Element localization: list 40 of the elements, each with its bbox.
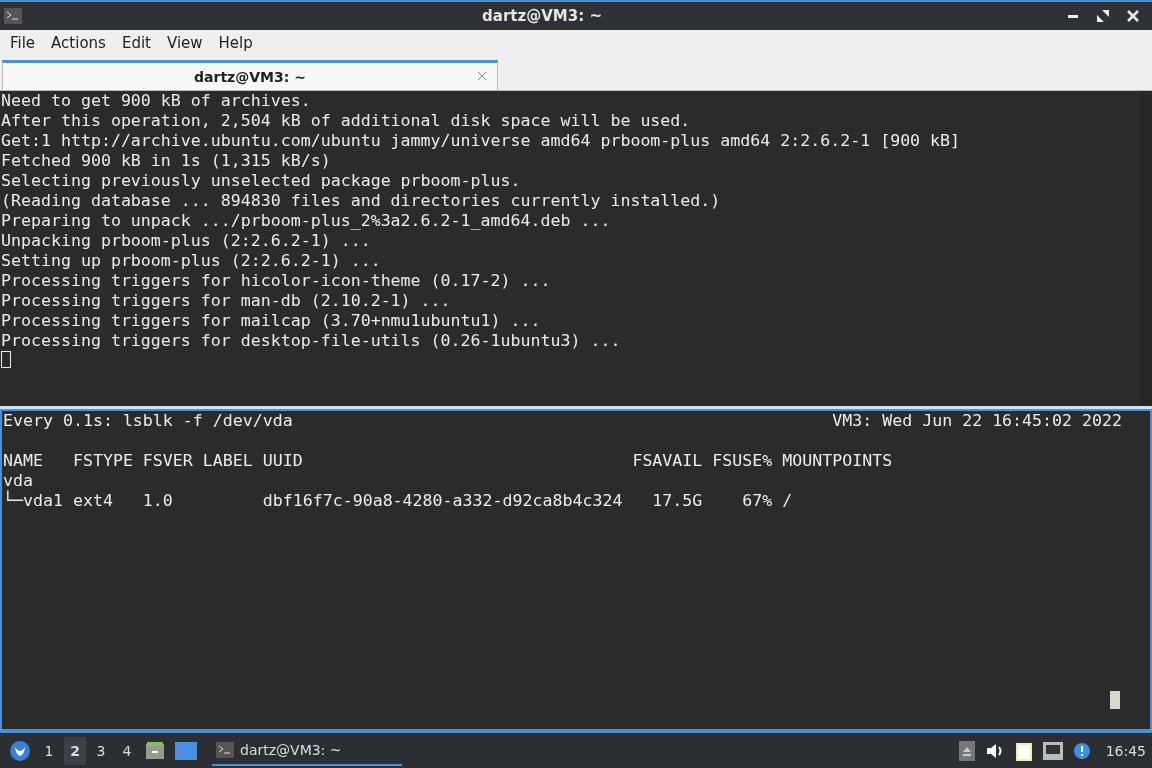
- clock: 16:45: [1105, 742, 1146, 759]
- menu-item[interactable]: File: [2, 32, 44, 54]
- menu-item[interactable]: View: [158, 32, 211, 54]
- workspace-button[interactable]: 1: [38, 736, 60, 765]
- window-title: dartz@VM3: ~: [481, 7, 603, 25]
- desktop-icon[interactable]: [172, 741, 200, 760]
- terminal-output-line: (Reading database ... 894830 files and directories currently installed.): [1, 191, 722, 211]
- terminal-output-line: After this operation, 2,504 kB of additional disk space will be used.: [1, 111, 692, 131]
- scrollbar[interactable]: [1140, 91, 1152, 406]
- watch-command: Every 0.1s: lsblk -f /dev/vda: [3, 411, 293, 431]
- terminal-output-line: Processing triggers for hicolor-icon-theme (0.17-2) ...: [1, 271, 552, 291]
- terminal-output-line: Unpacking prboom-plus (2:2.6.2-1) ...: [1, 231, 372, 251]
- terminal-output-line: Processing triggers for mailcap (3.70+nmu1ubuntu1) ...: [1, 311, 542, 331]
- terminal-output-line: Get:1 http://archive.ubuntu.com/ubuntu jammy/universe amd64 prboom-plus amd64 2:2.6.2-1 [900 kB]: [1, 131, 962, 151]
- terminal-tab[interactable]: dartz@VM3: ~: [2, 60, 498, 90]
- terminal-output-line: Fetched 900 kB in 1s (1,315 kB/s): [1, 151, 332, 171]
- terminal-output-line: Processing triggers for desktop-file-utils (0.26-1ubuntu3) ...: [1, 331, 622, 351]
- menu-item[interactable]: Actions: [43, 32, 114, 54]
- terminal-output-line: NAME FSTYPE FSVER LABEL UUID FSAVAIL FSUSE% MOUNTPOINTS: [3, 451, 894, 471]
- terminal-output-line: └─vda1 ext4 1.0 dbf16f7c-90a8-4280-a332-d92ca8b4c324 17.5G 67% /: [3, 491, 794, 511]
- close-icon: [1127, 10, 1139, 22]
- terminal-output-line: Preparing to unpack .../prboom-plus_2%3a2.6.2-1_amd64.deb ...: [1, 211, 612, 231]
- terminal-icon: [216, 741, 234, 758]
- terminal-output-line: vda: [3, 471, 34, 490]
- terminal-output-line: Selecting previously unselected package prboom-plus.: [1, 171, 522, 191]
- close-icon: [477, 71, 487, 81]
- maximize-icon: [1096, 9, 1110, 23]
- text-cursor: [1110, 691, 1120, 709]
- terminal-output-line: Need to get 900 kB of archives.: [1, 91, 312, 111]
- workspace-button[interactable]: 2: [64, 736, 86, 765]
- text-cursor: [1, 351, 11, 368]
- menu-item[interactable]: Help: [210, 32, 261, 54]
- terminal-output-line: Processing triggers for man-db (2.10.2-1) ...: [1, 291, 452, 311]
- terminal-output-line: Setting up prboom-plus (2:2.6.2-1) ...: [1, 251, 382, 271]
- watch-timestamp: VM3: Wed Jun 22 16:45:02 2022: [832, 411, 1122, 431]
- workspace-button[interactable]: 4: [116, 736, 138, 765]
- taskbar-window-button[interactable]: dartz@VM3: ~: [212, 735, 402, 766]
- menu-item[interactable]: Edit: [113, 32, 159, 54]
- workspace-button[interactable]: 3: [90, 736, 112, 765]
- terminal-icon: [4, 8, 22, 24]
